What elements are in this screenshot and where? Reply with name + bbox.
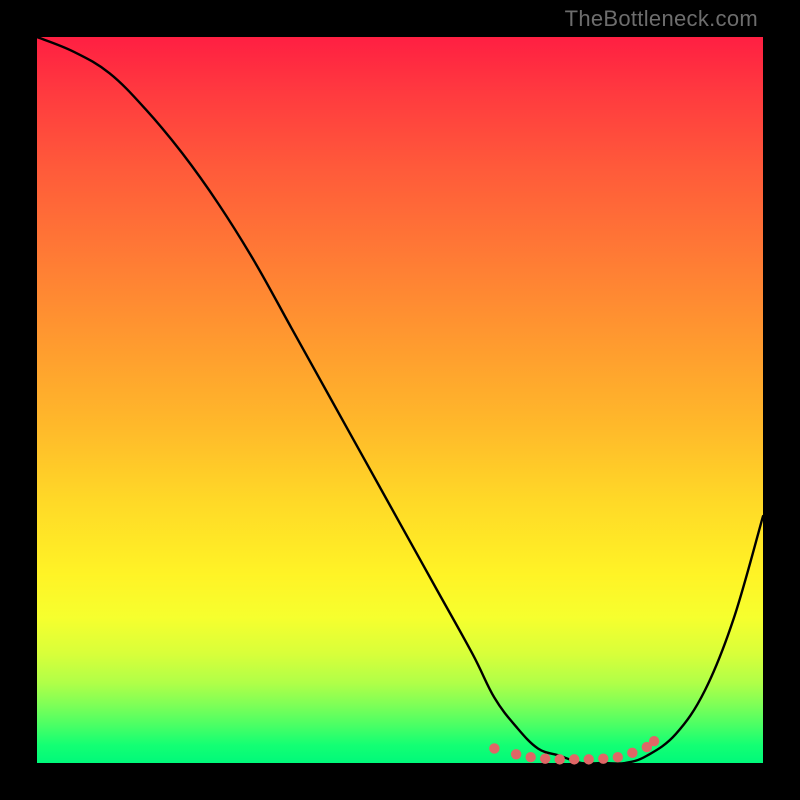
optimal-marker bbox=[525, 752, 535, 762]
optimal-marker bbox=[649, 736, 659, 746]
plot-area bbox=[37, 37, 763, 763]
chart-stage: TheBottleneck.com bbox=[0, 0, 800, 800]
watermark-text: TheBottleneck.com bbox=[565, 6, 758, 32]
optimal-marker bbox=[511, 749, 521, 759]
bottleneck-curve bbox=[37, 37, 763, 764]
optimal-marker bbox=[613, 752, 623, 762]
curve-svg bbox=[37, 37, 763, 763]
optimal-marker bbox=[584, 754, 594, 764]
optimal-marker bbox=[569, 754, 579, 764]
optimal-marker bbox=[540, 753, 550, 763]
optimal-marker bbox=[489, 743, 499, 753]
optimal-marker bbox=[555, 754, 565, 764]
optimal-marker bbox=[598, 753, 608, 763]
optimal-marker bbox=[627, 748, 637, 758]
